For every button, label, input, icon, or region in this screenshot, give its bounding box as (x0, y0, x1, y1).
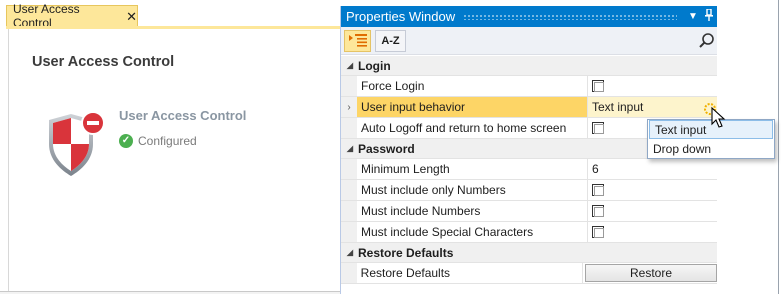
checkbox[interactable] (592, 205, 604, 217)
dropdown-option[interactable]: Drop down (648, 139, 774, 158)
close-icon[interactable]: ✕ (126, 10, 137, 23)
property-value (588, 180, 717, 200)
window-right-border (778, 0, 779, 294)
property-name: Minimum Length (357, 159, 588, 179)
title-grip (463, 13, 677, 20)
row-selected-chevron-icon: › (341, 97, 357, 117)
row-gutter (341, 159, 357, 179)
checkbox[interactable] (592, 80, 604, 92)
document-tabstrip: User Access Control ✕ (0, 0, 340, 30)
category-restore-defaults[interactable]: ◢ Restore Defaults (341, 243, 717, 263)
property-row[interactable]: Restore Defaults Restore (341, 263, 717, 284)
property-name: User input behavior (357, 97, 588, 117)
module-status: ✓ Configured (119, 134, 197, 148)
collapse-caret-icon[interactable]: ◢ (342, 144, 358, 153)
shield-icon (45, 110, 109, 180)
property-value (588, 201, 717, 221)
categorized-view-button[interactable] (344, 30, 371, 52)
collapse-caret-icon[interactable]: ◢ (342, 61, 358, 70)
property-value (588, 76, 717, 96)
user-input-behavior-select[interactable]: Text input (592, 97, 717, 117)
dropdown-option[interactable]: Text input (649, 120, 773, 139)
property-row[interactable]: Minimum Length 6 (341, 159, 717, 180)
checkbox[interactable] (592, 122, 604, 134)
category-label: Login (358, 58, 391, 73)
property-name: Restore Defaults (357, 263, 583, 283)
search-icon[interactable] (698, 32, 716, 50)
property-row[interactable]: Force Login (341, 76, 717, 97)
checkbox[interactable] (592, 184, 604, 196)
property-name: Must include Special Characters (357, 222, 588, 242)
value-text[interactable]: 6 (592, 162, 599, 176)
page-title: User Access Control (32, 54, 175, 70)
properties-title-bar[interactable]: Properties Window ▼ (341, 6, 717, 27)
restore-button[interactable]: Restore (585, 264, 717, 282)
property-row[interactable]: › User input behavior Text input (341, 97, 717, 118)
row-gutter (341, 118, 357, 138)
categorized-icon (348, 33, 368, 50)
tab-user-access-control[interactable]: User Access Control ✕ (6, 2, 138, 30)
property-name: Must include only Numbers (357, 180, 588, 200)
properties-title: Properties Window (346, 9, 456, 24)
check-circle-icon: ✓ (119, 134, 133, 148)
property-value (588, 222, 717, 242)
row-gutter (341, 76, 357, 96)
document-body: User Access Control User Access Control (8, 29, 340, 291)
row-gutter (341, 263, 357, 283)
row-gutter (341, 180, 357, 200)
dropdown-popup: Text input Drop down (647, 119, 775, 159)
property-name: Must include Numbers (357, 201, 588, 221)
app-window: User Access Control ✕ User Access Contro… (0, 0, 781, 294)
property-row[interactable]: Must include Numbers (341, 201, 717, 222)
category-label: Restore Defaults (358, 245, 454, 260)
property-value: Text input (588, 97, 717, 117)
alphabetical-view-button[interactable]: A-Z (375, 30, 406, 52)
collapse-caret-icon[interactable]: ◢ (342, 248, 358, 257)
property-row[interactable]: Must include Special Characters (341, 222, 717, 243)
property-row[interactable]: Must include only Numbers (341, 180, 717, 201)
property-name: Auto Logoff and return to home screen (357, 118, 588, 138)
property-name: Force Login (357, 76, 588, 96)
property-value: Restore (583, 263, 717, 283)
row-gutter (341, 222, 357, 242)
checkbox[interactable] (592, 226, 604, 238)
dropdown-arrow-icon[interactable]: ▼ (685, 11, 701, 22)
status-label: Configured (138, 134, 197, 148)
pin-icon[interactable] (701, 8, 717, 24)
category-label: Password (358, 141, 415, 156)
properties-toolbar: A-Z (341, 27, 717, 55)
row-gutter (341, 201, 357, 221)
property-grid: ◢ Login Force Login › User input behavior Tex… (341, 56, 717, 284)
module-name: User Access Control (119, 108, 247, 123)
category-login[interactable]: ◢ Login (341, 56, 717, 76)
property-value: 6 (588, 159, 717, 179)
select-value: Text input (592, 100, 644, 114)
